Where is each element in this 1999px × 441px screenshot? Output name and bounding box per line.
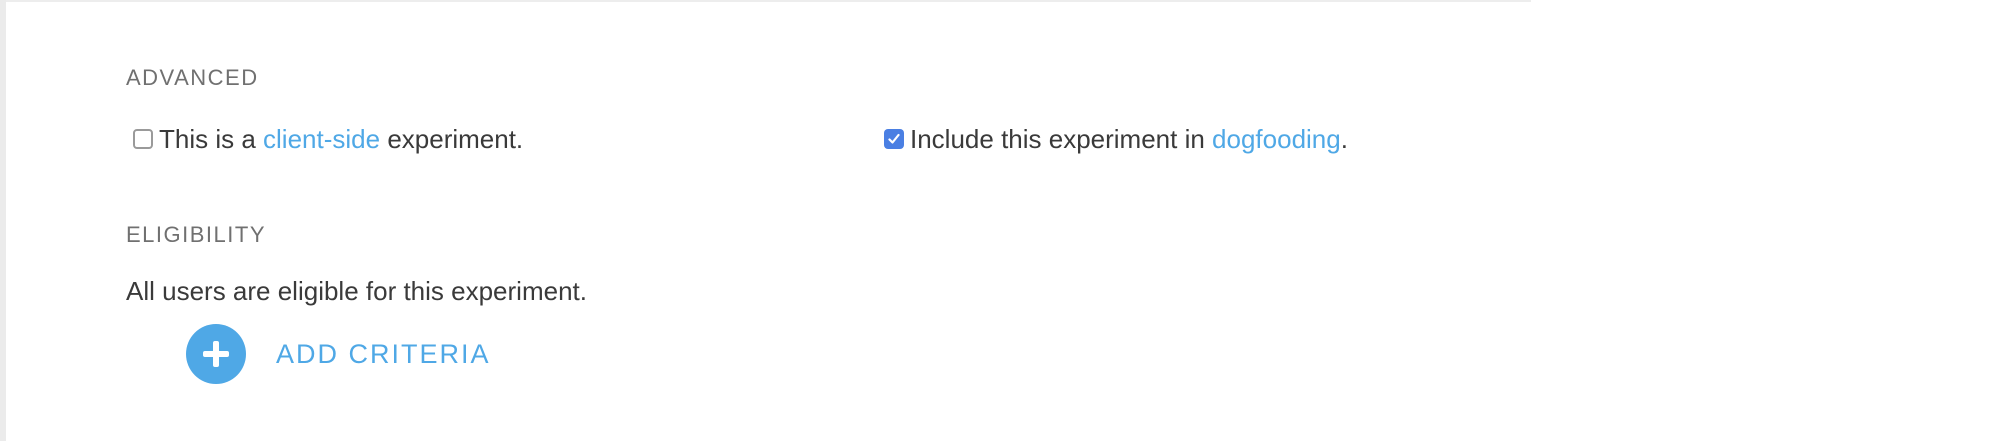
top-divider (6, 0, 1531, 2)
client-side-link[interactable]: client-side (263, 126, 380, 152)
eligibility-heading: ELIGIBILITY (126, 222, 266, 247)
dogfooding-prefix: Include this experiment in (910, 124, 1213, 154)
dogfooding-option: Include this experiment in dogfooding . (884, 126, 1348, 152)
client-side-checkbox[interactable] (133, 129, 153, 149)
plus-icon[interactable] (186, 324, 246, 384)
experiment-settings-page: ADVANCED This is a client-side experimen… (0, 0, 1999, 441)
advanced-heading: ADVANCED (126, 65, 259, 90)
dogfooding-suffix: . (1340, 124, 1348, 154)
client-side-option: This is a client-side experiment. (133, 126, 523, 152)
client-side-prefix: This is a (159, 124, 264, 154)
client-side-suffix: experiment. (380, 124, 524, 154)
eligibility-description: All users are eligible for this experime… (126, 276, 587, 306)
add-criteria-label[interactable]: ADD CRITERIA (276, 340, 491, 368)
add-criteria-button[interactable]: ADD CRITERIA (186, 324, 491, 384)
dogfooding-checkbox[interactable] (884, 129, 904, 149)
dogfooding-link[interactable]: dogfooding (1212, 126, 1341, 152)
left-border (0, 0, 6, 441)
checkmark-icon (888, 133, 900, 144)
